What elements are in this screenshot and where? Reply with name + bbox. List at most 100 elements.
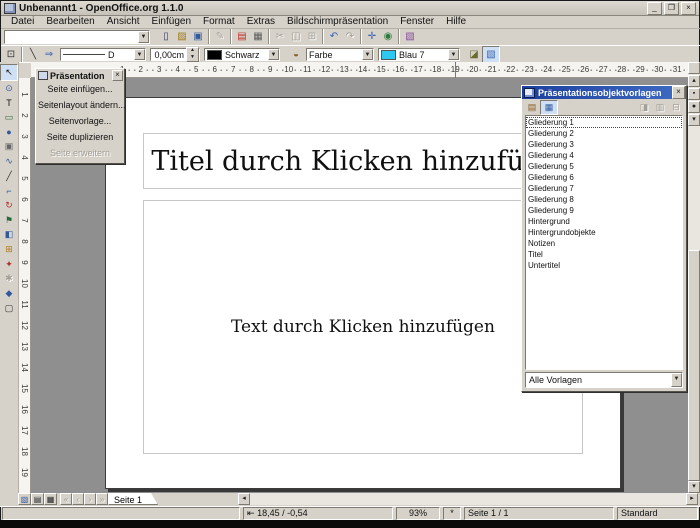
- chevron-down-icon[interactable]: ▼: [448, 49, 459, 60]
- navigator-icon[interactable]: ✛: [364, 29, 380, 44]
- style-list-item[interactable]: Gliederung 4: [526, 150, 682, 161]
- vertical-scroll-thumb[interactable]: [688, 250, 700, 481]
- fill-type-combobox[interactable]: Farbe ▼: [306, 48, 374, 61]
- menu-item[interactable]: Bildschirmpräsentation: [281, 16, 394, 27]
- menu-item[interactable]: Bearbeiten: [40, 16, 100, 27]
- close-icon[interactable]: ×: [672, 86, 685, 99]
- chevron-down-icon[interactable]: ▼: [134, 49, 145, 60]
- presentation-toolbar-button[interactable]: Seitenvorlage...: [38, 114, 122, 129]
- stylist-titlebar[interactable]: Präsentationsobjektvorlagen ×: [522, 86, 686, 99]
- edit-points-icon[interactable]: ⊡: [3, 47, 19, 62]
- spinner-arrows[interactable]: ▲▼: [186, 47, 199, 62]
- restore-button[interactable]: ❐: [664, 2, 679, 15]
- style-list-item[interactable]: Gliederung 5: [526, 161, 682, 172]
- line-color-combobox[interactable]: Schwarz ▼: [204, 48, 280, 61]
- menu-item[interactable]: Extras: [241, 16, 281, 27]
- rectangle-icon[interactable]: ▭: [1, 110, 17, 125]
- style-list-item[interactable]: Gliederung 9: [526, 205, 682, 216]
- prev-page-icon[interactable]: ‹: [72, 493, 84, 505]
- hyperlink-icon[interactable]: ◉: [380, 29, 396, 44]
- horizontal-scroll-thumb[interactable]: [370, 493, 610, 505]
- text-icon[interactable]: T: [1, 95, 17, 110]
- status-zoom-field[interactable]: 93%: [396, 507, 440, 520]
- url-combobox[interactable]: ▼: [4, 30, 150, 44]
- save-icon[interactable]: ▣: [190, 29, 206, 44]
- body-placeholder[interactable]: Text durch Klicken hinzufügen: [143, 200, 583, 454]
- menu-item[interactable]: Fenster: [394, 16, 440, 27]
- navigation-icon[interactable]: ●: [688, 101, 700, 113]
- next-page-icon[interactable]: ›: [84, 493, 96, 505]
- select-icon[interactable]: ↖: [0, 64, 18, 81]
- line-width-spinner[interactable]: 0,00cm ▲▼: [150, 48, 200, 61]
- lines-arrows-icon[interactable]: ╱: [1, 169, 17, 184]
- presentation-toolbar-titlebar[interactable]: Präsentation ×: [36, 69, 124, 81]
- arrange-icon[interactable]: ◧: [1, 228, 17, 243]
- zoom-icon[interactable]: ⊙: [1, 81, 17, 96]
- fill-color-combobox[interactable]: Blau 7 ▼: [378, 48, 460, 61]
- preview-icon[interactable]: ▧: [482, 46, 500, 63]
- line-icon[interactable]: ╲: [25, 47, 41, 62]
- style-list-item[interactable]: Gliederung 3: [526, 139, 682, 150]
- presentation-toolbar-button[interactable]: Seitenlayout ändern...: [38, 98, 122, 113]
- last-page-icon[interactable]: »: [96, 493, 108, 505]
- presentation-icon[interactable]: ▢: [1, 301, 17, 316]
- presentation-styles-icon[interactable]: ▦: [540, 100, 558, 115]
- new-document-icon[interactable]: ▯: [158, 29, 174, 44]
- scroll-left-icon[interactable]: ◂: [238, 493, 250, 505]
- drawing-view-icon[interactable]: ▧: [18, 493, 31, 505]
- ellipse-icon[interactable]: ●: [1, 125, 17, 140]
- menu-item[interactable]: Einfügen: [146, 16, 197, 27]
- status-page-field[interactable]: Seite 1 / 1: [464, 507, 614, 520]
- next-jump-icon[interactable]: ▾: [688, 114, 700, 126]
- gallery-icon[interactable]: ▧: [402, 29, 418, 44]
- spin-down-icon[interactable]: ▼: [187, 55, 198, 62]
- menu-item[interactable]: Datei: [5, 16, 40, 27]
- objects-3d-icon[interactable]: ▣: [1, 139, 17, 154]
- horizontal-ruler[interactable]: 1234567891011121314151617181920212223242…: [31, 62, 688, 78]
- url-input[interactable]: [5, 31, 138, 43]
- style-list-item[interactable]: Gliederung 6: [526, 172, 682, 183]
- page-tab[interactable]: Seite 1: [108, 493, 158, 505]
- style-list-item[interactable]: Gliederung 2: [526, 128, 682, 139]
- arrow-style-icon[interactable]: ⇒: [41, 47, 57, 62]
- vertical-scrollbar[interactable]: ▴ ▪ ● ▾ ▾: [688, 62, 700, 493]
- graphics-styles-icon[interactable]: ▤: [524, 101, 540, 114]
- connector-icon[interactable]: ⌐: [1, 184, 17, 199]
- scroll-right-icon[interactable]: ▸: [686, 493, 698, 505]
- close-icon[interactable]: ×: [112, 70, 123, 81]
- style-filter-combobox[interactable]: Alle Vorlagen ▼: [525, 372, 683, 388]
- style-list-item[interactable]: Gliederung 7: [526, 183, 682, 194]
- vertical-ruler[interactable]: 12345678910111213141516171819: [18, 78, 31, 493]
- rotate-icon[interactable]: ↻: [1, 198, 17, 213]
- menu-item[interactable]: Format: [197, 16, 241, 27]
- chevron-down-icon[interactable]: ▼: [362, 49, 373, 60]
- slides-view-icon[interactable]: ▦: [44, 493, 57, 505]
- alignment-icon[interactable]: ⚑: [1, 213, 17, 228]
- presentation-toolbar-button[interactable]: Seite duplizieren: [38, 130, 122, 145]
- style-list-item[interactable]: Hintergrundobjekte: [526, 227, 682, 238]
- fill-bucket-icon[interactable]: ◒: [288, 47, 304, 62]
- controller-3d-icon[interactable]: ◆: [1, 286, 17, 301]
- style-list-item[interactable]: Gliederung 8: [526, 194, 682, 205]
- horizontal-scrollbar[interactable]: ◂ ▸: [238, 493, 698, 505]
- prev-jump-icon[interactable]: ▪: [688, 88, 700, 100]
- export-pdf-icon[interactable]: ▤: [234, 29, 250, 44]
- open-icon[interactable]: ▨: [174, 29, 190, 44]
- undo-icon[interactable]: ↶: [326, 29, 342, 44]
- menu-item[interactable]: Hilfe: [440, 16, 472, 27]
- insert-icon[interactable]: ⊞: [1, 242, 17, 257]
- status-position-field[interactable]: ⇤ 18,45 / -0,54: [243, 507, 393, 520]
- style-list-item[interactable]: Hintergrund: [526, 216, 682, 227]
- style-list-item[interactable]: Gliederung 1: [526, 117, 682, 128]
- shadow-icon[interactable]: ◪: [466, 47, 482, 62]
- curve-icon[interactable]: ∿: [1, 154, 17, 169]
- outline-view-icon[interactable]: ▤: [31, 493, 44, 505]
- style-list-item[interactable]: Untertitel: [526, 260, 682, 271]
- close-button[interactable]: ×: [681, 2, 696, 15]
- scroll-down-icon[interactable]: ▾: [688, 481, 700, 493]
- chevron-down-icon[interactable]: ▼: [671, 373, 682, 387]
- print-icon[interactable]: ▦: [250, 29, 266, 44]
- scroll-up-icon[interactable]: ▴: [688, 75, 700, 87]
- minimize-button[interactable]: _: [647, 2, 662, 15]
- status-template-field[interactable]: Standard: [617, 507, 698, 520]
